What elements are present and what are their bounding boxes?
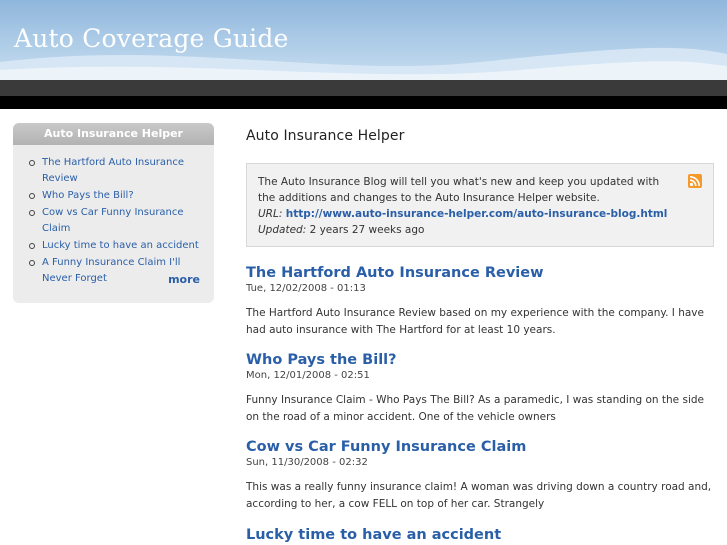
post-item: Who Pays the Bill? Mon, 12/01/2008 - 02:… bbox=[246, 351, 716, 426]
sidebar-link[interactable]: The Hartford Auto Insurance Review bbox=[42, 157, 184, 184]
post-title[interactable]: Lucky time to have an accident bbox=[246, 526, 716, 544]
sidebar-link[interactable]: Who Pays the Bill? bbox=[42, 190, 134, 201]
post-date: Tue, 12/02/2008 - 01:13 bbox=[246, 283, 366, 294]
feed-updated-line: Updated: 2 years 27 weeks ago bbox=[258, 222, 424, 238]
post-teaser: This was a really funny insurance claim!… bbox=[246, 481, 712, 510]
sidebar-link[interactable]: Cow vs Car Funny Insurance Claim bbox=[42, 207, 184, 234]
main-content: Auto Insurance Helper The Auto Insurance… bbox=[246, 128, 714, 543]
feed-info-box: The Auto Insurance Blog will tell you wh… bbox=[246, 163, 714, 247]
post-teaser: The Hartford Auto Insurance Review based… bbox=[246, 307, 704, 336]
site-header: Auto Coverage Guide bbox=[0, 0, 727, 80]
sidebar-block-auto-insurance-helper: Auto Insurance Helper The Hartford Auto … bbox=[13, 123, 214, 303]
sidebar-link[interactable]: Lucky time to have an accident bbox=[42, 240, 199, 251]
feed-url-label: URL: bbox=[258, 208, 283, 220]
bullet-icon bbox=[29, 243, 35, 249]
sidebar-link[interactable]: A Funny Insurance Claim I'll Never Forge… bbox=[42, 257, 180, 284]
bullet-icon bbox=[29, 210, 35, 216]
feed-updated-label: Updated: bbox=[258, 224, 307, 236]
post-teaser: Funny Insurance Claim - Who Pays The Bil… bbox=[246, 394, 704, 423]
feed-updated-value: 2 years 27 weeks ago bbox=[309, 224, 425, 236]
post-item: Cow vs Car Funny Insurance Claim Sun, 11… bbox=[246, 438, 716, 513]
post-title[interactable]: Who Pays the Bill? bbox=[246, 351, 716, 369]
bullet-icon bbox=[29, 160, 35, 166]
post-title[interactable]: The Hartford Auto Insurance Review bbox=[246, 264, 716, 282]
bullet-icon bbox=[29, 260, 35, 266]
feed-url-line: URL: http://www.auto-insurance-helper.co… bbox=[258, 206, 667, 222]
sidebar-item-cow-vs-car: Cow vs Car Funny Insurance Claim bbox=[28, 205, 202, 237]
feed-url-link[interactable]: http://www.auto-insurance-helper.com/aut… bbox=[286, 208, 668, 220]
post-date: Sun, 11/30/2008 - 02:32 bbox=[246, 457, 368, 468]
nav-bar-lower bbox=[0, 96, 727, 109]
sidebar-list: The Hartford Auto Insurance Review Who P… bbox=[13, 155, 214, 287]
bullet-icon bbox=[29, 193, 35, 199]
post-title[interactable]: Cow vs Car Funny Insurance Claim bbox=[246, 438, 716, 456]
sidebar-item-who-pays: Who Pays the Bill? bbox=[28, 188, 202, 204]
rss-feed-icon[interactable] bbox=[688, 174, 702, 188]
post-item: The Hartford Auto Insurance Review Tue, … bbox=[246, 264, 716, 339]
more-link[interactable]: more bbox=[168, 273, 200, 286]
post-date: Mon, 12/01/2008 - 02:51 bbox=[246, 370, 370, 381]
sidebar-item-lucky-time: Lucky time to have an accident bbox=[28, 238, 202, 254]
sidebar-block-title: Auto Insurance Helper bbox=[13, 123, 214, 145]
feed-description: The Auto Insurance Blog will tell you wh… bbox=[258, 176, 660, 204]
post-item: Lucky time to have an accident bbox=[246, 526, 716, 544]
page-title: Auto Insurance Helper bbox=[246, 128, 405, 144]
site-title[interactable]: Auto Coverage Guide bbox=[14, 24, 289, 53]
nav-bar bbox=[0, 80, 727, 96]
sidebar-item-hartford-review: The Hartford Auto Insurance Review bbox=[28, 155, 202, 187]
